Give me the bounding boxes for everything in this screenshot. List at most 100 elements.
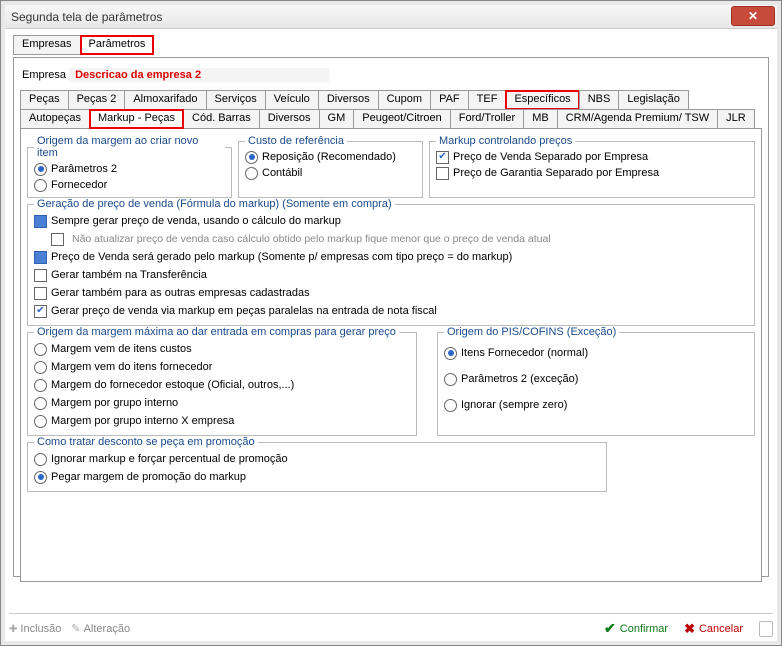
- window-title: Segunda tela de parâmetros: [11, 10, 162, 24]
- check-gerar-transfer-label[interactable]: Gerar também na Transferência: [51, 267, 207, 283]
- radio-contabil-label[interactable]: Contábil: [262, 165, 302, 181]
- tab-markup-pecas[interactable]: Markup - Peças: [89, 109, 184, 129]
- top-group-row: Origem da margem ao criar novo item Parâ…: [27, 135, 755, 198]
- radio-contabil[interactable]: [245, 167, 258, 180]
- radio-pis-2-label[interactable]: Parâmetros 2 (exceção): [461, 371, 578, 387]
- check-gerar-paralelas[interactable]: [34, 305, 47, 318]
- cancelar-label: Cancelar: [699, 623, 743, 635]
- empresa-row: Empresa Descricao da empresa 2: [22, 68, 760, 82]
- group-geracao-legend: Geração de preço de venda (Fórmula do ma…: [34, 198, 395, 210]
- collapse-icon[interactable]: [759, 621, 773, 637]
- panel-parametros: Empresa Descricao da empresa 2 Peças Peç…: [13, 57, 769, 577]
- group-origem-margem: Origem da margem ao criar novo item Parâ…: [27, 135, 232, 198]
- radio-origem-max-3[interactable]: [34, 379, 47, 392]
- tab-tef[interactable]: TEF: [468, 90, 507, 110]
- radio-origem-max-1-label[interactable]: Margem vem de itens custos: [51, 341, 192, 357]
- group-promo-legend: Como tratar desconto se peça em promoção: [34, 436, 258, 448]
- radio-parametros2-label[interactable]: Parâmetros 2: [51, 161, 117, 177]
- tab-servicos[interactable]: Serviços: [206, 90, 266, 110]
- window-frame: Segunda tela de parâmetros ✕ Empresas Pa…: [0, 0, 782, 646]
- radio-origem-max-4[interactable]: [34, 397, 47, 410]
- radio-fornecedor[interactable]: [34, 179, 47, 192]
- radio-reposicao[interactable]: [245, 151, 258, 164]
- check-preco-venda-emp-label[interactable]: Preço de Venda Separado por Empresa: [453, 149, 648, 165]
- empresa-desc: Descricao da empresa 2: [69, 68, 329, 82]
- confirmar-button[interactable]: Confirmar: [604, 620, 668, 637]
- radio-origem-max-1[interactable]: [34, 343, 47, 356]
- radio-promo-1-label[interactable]: Ignorar markup e forçar percentual de pr…: [51, 451, 288, 467]
- group-origem-margem-legend: Origem da margem ao criar novo item: [34, 135, 225, 159]
- group-custo-ref: Custo de referência Reposição (Recomenda…: [238, 135, 423, 198]
- tab-cod-barras[interactable]: Cód. Barras: [183, 109, 260, 129]
- radio-reposicao-label[interactable]: Reposição (Recomendado): [262, 149, 396, 165]
- radio-pis-1-label[interactable]: Itens Fornecedor (normal): [461, 345, 588, 361]
- radio-pis-3[interactable]: [444, 399, 457, 412]
- tab-legislacao[interactable]: Legislação: [618, 90, 689, 110]
- empresa-label: Empresa: [22, 69, 66, 81]
- inclusao-button[interactable]: Inclusão: [9, 623, 61, 635]
- group-origem-max-legend: Origem da margem máxima ao dar entrada e…: [34, 326, 399, 338]
- alteracao-button[interactable]: Alteração: [71, 622, 130, 635]
- radio-promo-2[interactable]: [34, 471, 47, 484]
- tab-diversos[interactable]: Diversos: [318, 90, 379, 110]
- check-gerar-outras-emp-label[interactable]: Gerar também para as outras empresas cad…: [51, 285, 310, 301]
- check-preco-venda-emp[interactable]: [436, 151, 449, 164]
- group-geracao: Geração de preço de venda (Fórmula do ma…: [27, 204, 755, 326]
- alteracao-label: Alteração: [84, 623, 130, 635]
- check-sempre-gerar[interactable]: [34, 215, 47, 228]
- top-tabs: Empresas Parâmetros: [13, 35, 769, 55]
- check-preco-markup[interactable]: [34, 251, 47, 264]
- group-promo: Como tratar desconto se peça em promoção…: [27, 442, 607, 492]
- group-custo-ref-legend: Custo de referência: [245, 135, 347, 147]
- sub-tabs-1: Peças Peças 2 Almoxarifado Serviços Veíc…: [20, 90, 762, 110]
- check-gerar-paralelas-label[interactable]: Gerar preço de venda via markup em peças…: [51, 303, 437, 319]
- tab-pecas[interactable]: Peças: [20, 90, 69, 110]
- inclusao-label: Inclusão: [20, 623, 61, 635]
- radio-promo-2-label[interactable]: Pegar margem de promoção do markup: [51, 469, 246, 485]
- tab-almoxarifado[interactable]: Almoxarifado: [124, 90, 206, 110]
- radio-origem-max-5-label[interactable]: Margem por grupo interno X empresa: [51, 413, 234, 429]
- radio-pis-1[interactable]: [444, 347, 457, 360]
- subpanel-markup: Origem da margem ao criar novo item Parâ…: [20, 128, 762, 582]
- tab-jlr[interactable]: JLR: [717, 109, 755, 129]
- tab-veiculo[interactable]: Veículo: [265, 90, 319, 110]
- tab-especificos[interactable]: Específicos: [505, 90, 579, 110]
- close-button[interactable]: ✕: [731, 6, 775, 26]
- radio-origem-max-2[interactable]: [34, 361, 47, 374]
- tab-peugeot[interactable]: Peugeot/Citroen: [353, 109, 451, 129]
- confirmar-label: Confirmar: [620, 623, 668, 635]
- tab-crm[interactable]: CRM/Agenda Premium/ TSW: [557, 109, 718, 129]
- tab-mb[interactable]: MB: [523, 109, 558, 129]
- check-preco-markup-label[interactable]: Preço de Venda será gerado pelo markup (…: [51, 249, 512, 265]
- radio-parametros2[interactable]: [34, 163, 47, 176]
- radio-pis-3-label[interactable]: Ignorar (sempre zero): [461, 397, 567, 413]
- tab-gm[interactable]: GM: [319, 109, 355, 129]
- tab-autopecas[interactable]: Autopeças: [20, 109, 90, 129]
- radio-fornecedor-label[interactable]: Fornecedor: [51, 177, 107, 193]
- check-preco-garantia-emp-label[interactable]: Preço de Garantia Separado por Empresa: [453, 165, 659, 181]
- close-icon: ✕: [748, 9, 758, 23]
- radio-origem-max-5[interactable]: [34, 415, 47, 428]
- check-nao-atualizar-label[interactable]: Não atualizar preço de venda caso cálcul…: [72, 231, 551, 247]
- tab-ford[interactable]: Ford/Troller: [450, 109, 524, 129]
- radio-promo-1[interactable]: [34, 453, 47, 466]
- radio-origem-max-3-label[interactable]: Margem do fornecedor estoque (Oficial, o…: [51, 377, 294, 393]
- check-sempre-gerar-label[interactable]: Sempre gerar preço de venda, usando o cá…: [51, 213, 341, 229]
- group-pis-cofins-legend: Origem do PIS/COFINS (Exceção): [444, 326, 619, 338]
- check-nao-atualizar[interactable]: [51, 233, 64, 246]
- tab-empresas[interactable]: Empresas: [13, 35, 81, 55]
- titlebar: Segunda tela de parâmetros ✕: [5, 5, 777, 29]
- radio-pis-2[interactable]: [444, 373, 457, 386]
- check-preco-garantia-emp[interactable]: [436, 167, 449, 180]
- check-gerar-transfer[interactable]: [34, 269, 47, 282]
- tab-nbs[interactable]: NBS: [579, 90, 620, 110]
- tab-pecas2[interactable]: Peças 2: [68, 90, 126, 110]
- cancelar-button[interactable]: Cancelar: [684, 621, 743, 637]
- check-gerar-outras-emp[interactable]: [34, 287, 47, 300]
- tab-parametros[interactable]: Parâmetros: [80, 35, 155, 55]
- radio-origem-max-2-label[interactable]: Margem vem do itens fornecedor: [51, 359, 212, 375]
- tab-paf[interactable]: PAF: [430, 90, 469, 110]
- tab-cupom[interactable]: Cupom: [378, 90, 431, 110]
- radio-origem-max-4-label[interactable]: Margem por grupo interno: [51, 395, 178, 411]
- tab-diversos2[interactable]: Diversos: [259, 109, 320, 129]
